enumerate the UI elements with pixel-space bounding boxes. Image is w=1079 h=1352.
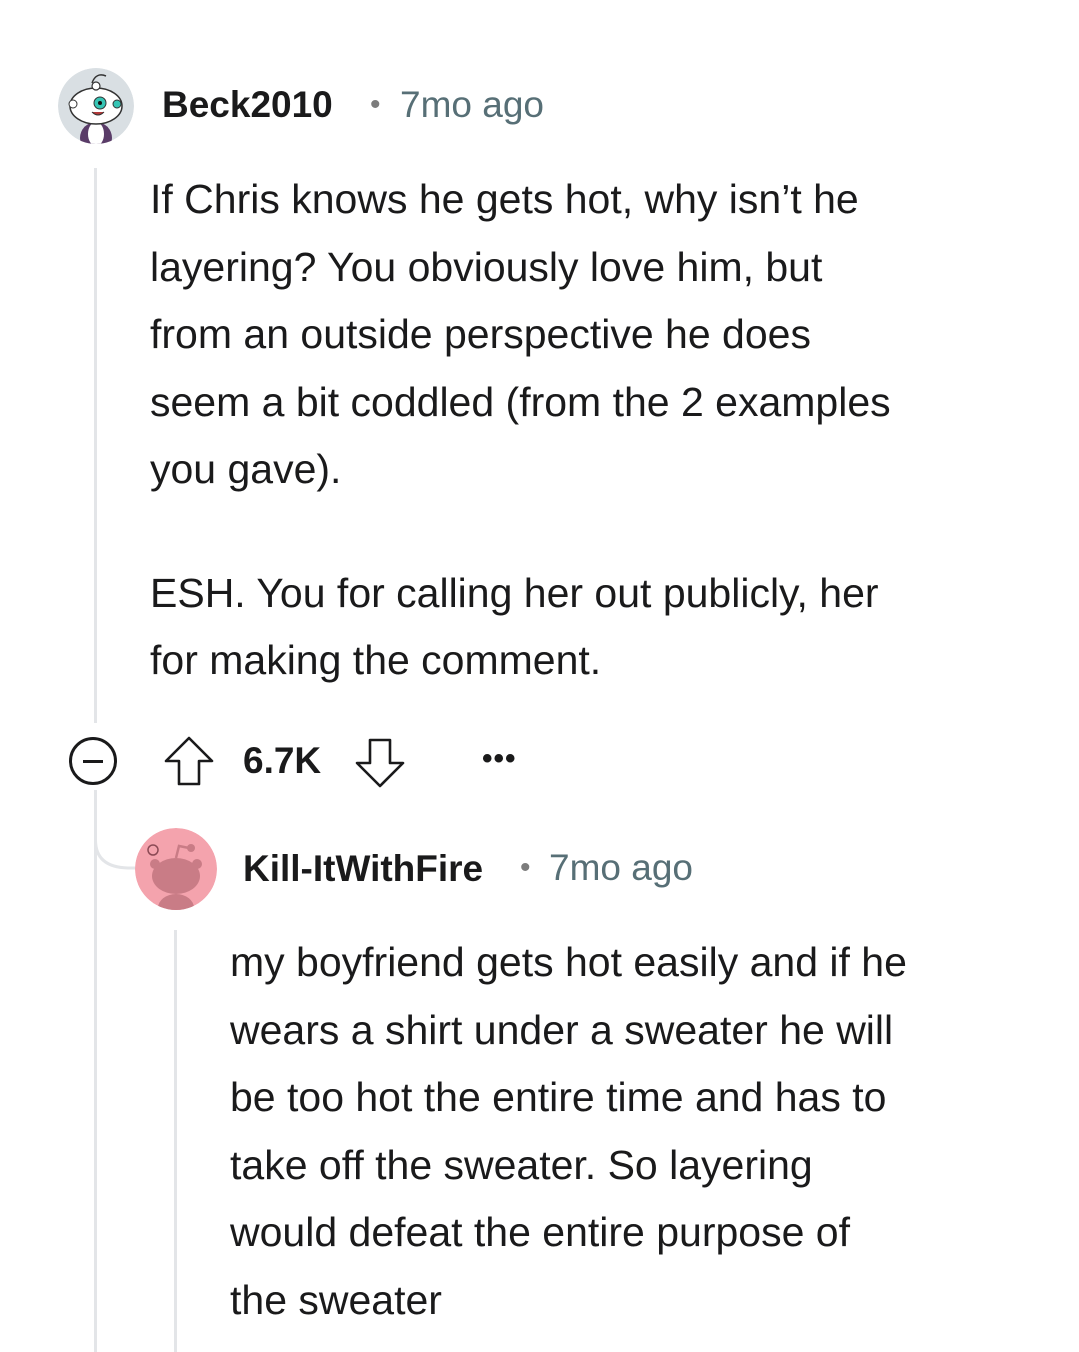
reply-timestamp[interactable]: 7mo ago <box>549 847 693 889</box>
reply-avatar[interactable] <box>135 828 217 910</box>
reply-header-separator: • <box>520 851 531 884</box>
more-options-icon[interactable]: ••• <box>482 742 517 776</box>
default-snoo-avatar-icon <box>135 828 217 910</box>
reply-author[interactable]: Kill-ItWithFire <box>243 848 483 890</box>
thread-line-reply[interactable] <box>174 930 177 1352</box>
downvote-arrow-icon[interactable] <box>353 736 407 790</box>
collapse-icon[interactable] <box>69 737 117 785</box>
upvote-arrow-icon[interactable] <box>162 734 216 788</box>
thread-line-main[interactable] <box>94 168 97 723</box>
comment-body: If Chris knows he gets hot, why isn’t he… <box>150 166 1050 695</box>
comment-paragraph: If Chris knows he gets hot, why isn’t he… <box>150 176 891 492</box>
comment-paragraph: ESH. You for calling her out publicly, h… <box>150 569 879 684</box>
reply-paragraph: my boyfriend gets hot easily and if he w… <box>230 939 907 1323</box>
comment-author[interactable]: Beck2010 <box>162 84 333 126</box>
header-separator: • <box>370 88 381 121</box>
reply-body: my boyfriend gets hot easily and if he w… <box>230 929 1060 1334</box>
comment-timestamp[interactable]: 7mo ago <box>400 84 544 126</box>
user-avatar[interactable] <box>58 68 134 144</box>
vote-count: 6.7K <box>243 740 322 781</box>
snoo-avatar-icon <box>58 68 134 144</box>
